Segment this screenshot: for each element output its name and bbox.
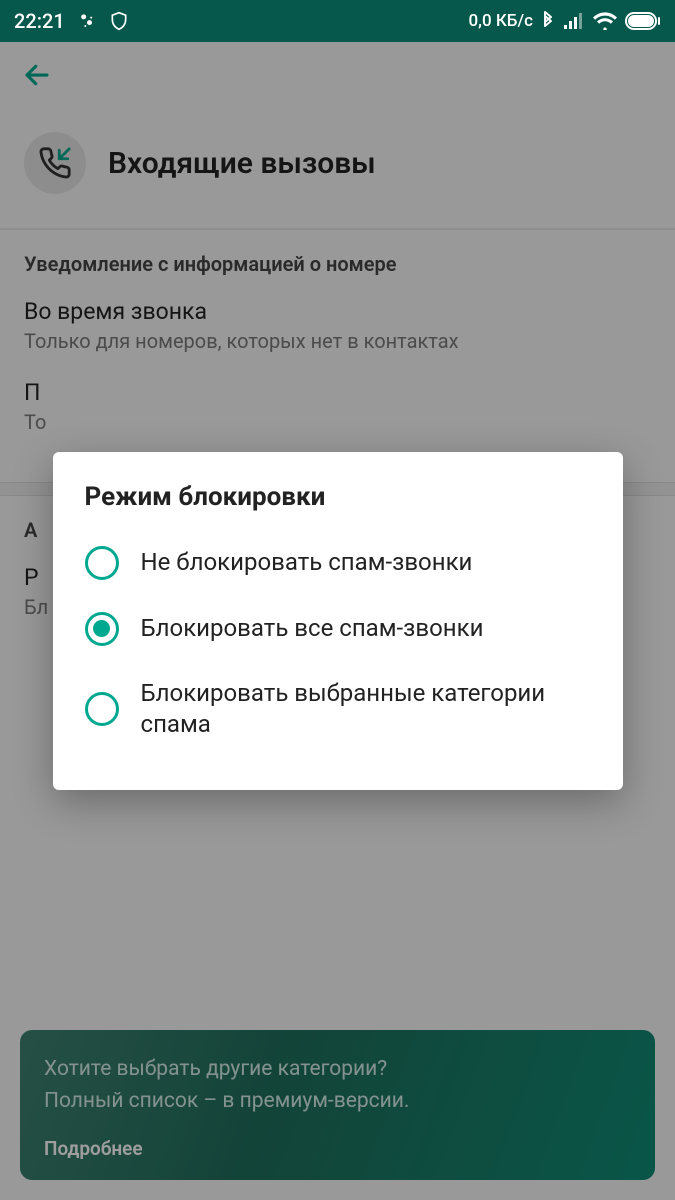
radio-icon bbox=[85, 546, 119, 580]
shield-icon bbox=[109, 11, 129, 31]
data-rate: 0,0 КБ/с bbox=[469, 11, 534, 31]
radio-icon bbox=[85, 692, 119, 726]
blocking-mode-dialog: Режим блокировки Не блокировать спам-зво… bbox=[53, 452, 623, 790]
dialog-title: Режим блокировки bbox=[53, 482, 623, 530]
bluetooth-icon bbox=[541, 11, 555, 31]
wifi-icon bbox=[593, 12, 617, 30]
option-block-selected[interactable]: Блокировать выбранные категории спама bbox=[53, 662, 623, 756]
modal-overlay[interactable]: Режим блокировки Не блокировать спам-зво… bbox=[0, 42, 675, 1200]
option-label: Не блокировать спам-звонки bbox=[141, 547, 473, 578]
signal-icon bbox=[563, 12, 585, 30]
battery-icon bbox=[625, 12, 661, 30]
status-bar: 22:21 0,0 КБ/с bbox=[0, 0, 675, 42]
option-label: Блокировать выбранные категории спама bbox=[141, 678, 591, 740]
option-block-all[interactable]: Блокировать все спам-звонки bbox=[53, 596, 623, 662]
option-label: Блокировать все спам-звонки bbox=[141, 613, 484, 644]
status-time: 22:21 bbox=[14, 9, 65, 33]
option-no-block[interactable]: Не блокировать спам-звонки bbox=[53, 530, 623, 596]
app-screen: Входящие вызовы Уведомление с информацие… bbox=[0, 42, 675, 1200]
footprint-icon bbox=[77, 11, 97, 31]
radio-icon-selected bbox=[85, 612, 119, 646]
